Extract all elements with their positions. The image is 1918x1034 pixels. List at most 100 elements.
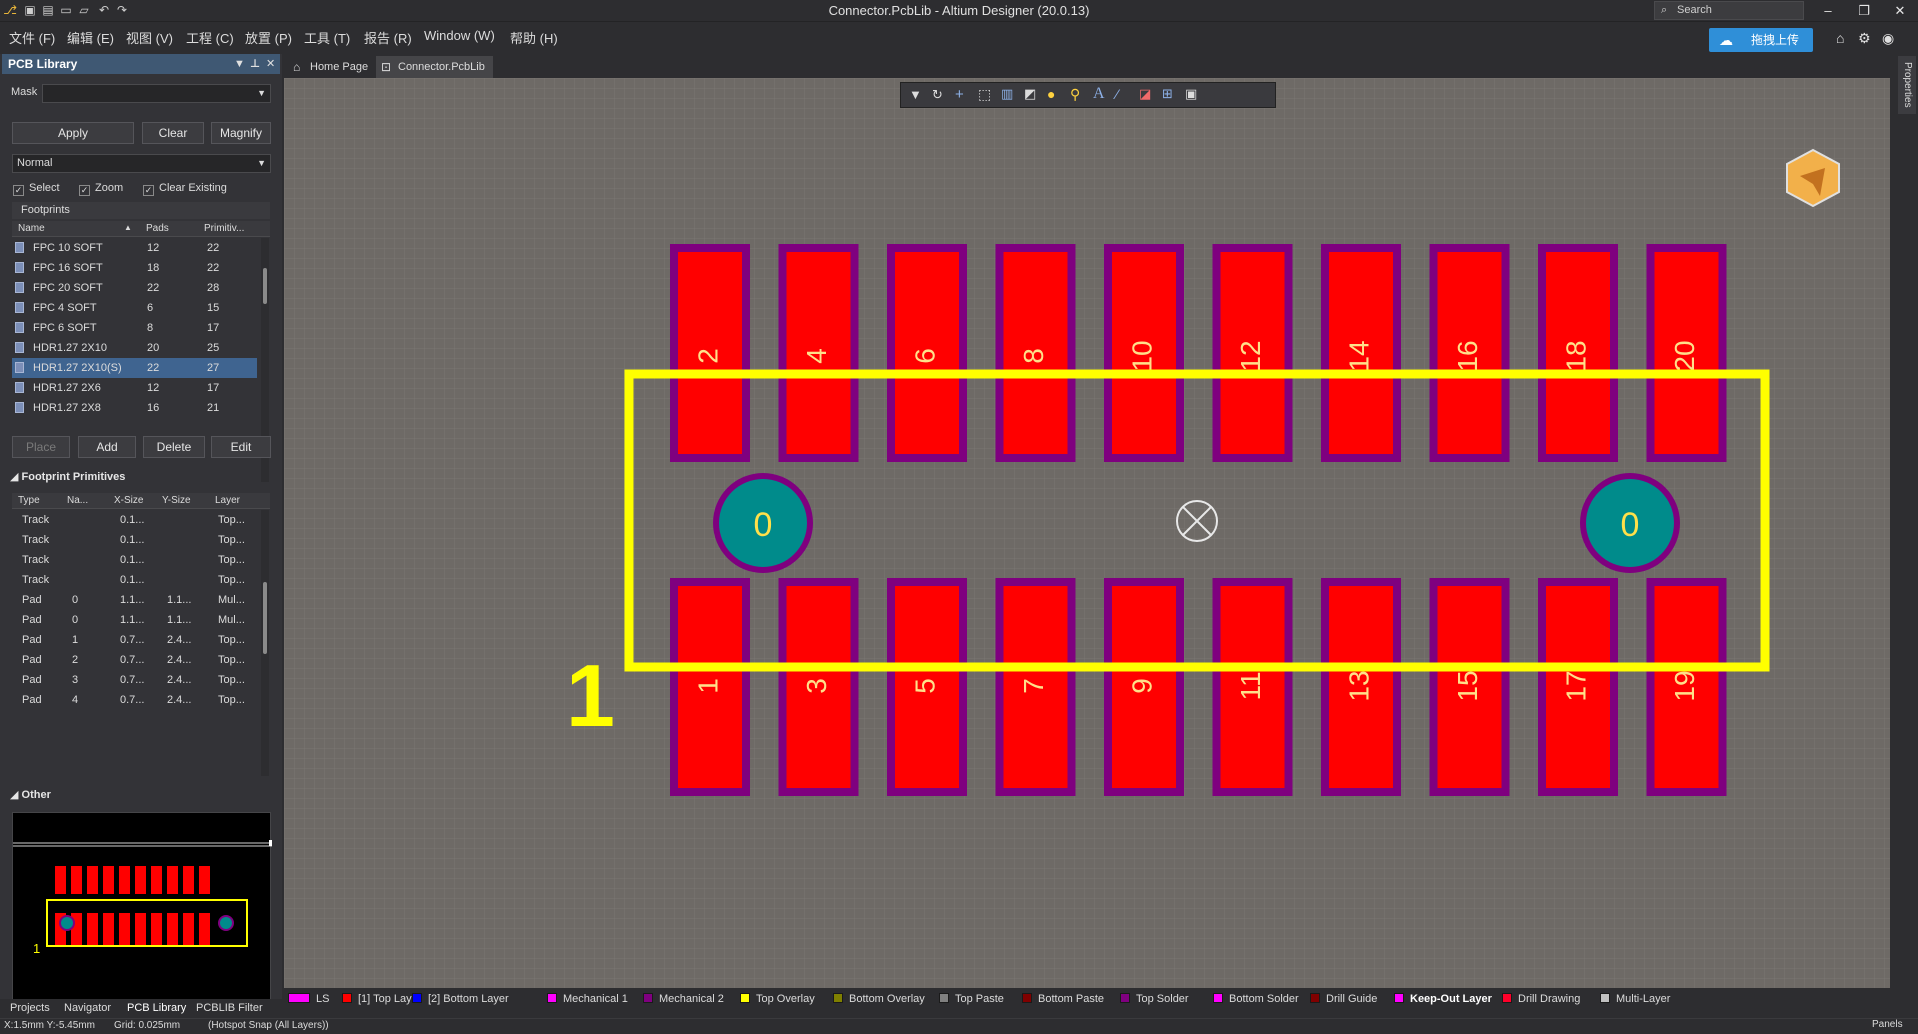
close-panel-icon[interactable]: ✕ bbox=[266, 54, 275, 74]
layer-tab[interactable]: Bottom Paste bbox=[1022, 992, 1104, 1006]
menu-file[interactable]: 文件 (F) bbox=[9, 28, 55, 47]
clear-button[interactable]: Clear bbox=[142, 122, 204, 144]
close-window-button[interactable]: ✕ bbox=[1884, 0, 1916, 22]
footprint-row[interactable]: HDR1.27 2X10(S) 22 27 bbox=[12, 358, 257, 378]
primitive-row[interactable]: Track 0.1... Top... bbox=[12, 530, 257, 550]
layer-tab[interactable]: LS bbox=[288, 992, 329, 1006]
pin1-marker[interactable]: 1 bbox=[566, 646, 615, 745]
pad[interactable]: 9 bbox=[1104, 578, 1184, 796]
component-icon[interactable]: ◩ bbox=[1024, 86, 1036, 102]
footprint-preview[interactable]: 1 bbox=[12, 812, 272, 1022]
pad[interactable]: 12 bbox=[1212, 244, 1293, 462]
menu-place[interactable]: 放置 (P) bbox=[245, 28, 292, 47]
tab-home-page[interactable]: ⌂ Home Page bbox=[288, 56, 376, 78]
properties-tab[interactable]: Properties bbox=[1898, 56, 1916, 114]
pad[interactable]: 7 bbox=[995, 578, 1076, 796]
layer-tab[interactable]: [2] Bottom Layer bbox=[412, 992, 509, 1006]
footprint-primitives-section[interactable]: ◢ Footprint Primitives bbox=[10, 470, 125, 483]
pad[interactable]: 6 bbox=[887, 244, 967, 462]
menu-window[interactable]: Window (W) bbox=[424, 28, 495, 43]
align-icon[interactable]: ▥ bbox=[1001, 86, 1013, 102]
layer-tab[interactable]: Keep-Out Layer bbox=[1394, 992, 1492, 1006]
via-icon[interactable]: ⚲ bbox=[1070, 86, 1080, 103]
pad[interactable]: 19 bbox=[1646, 578, 1727, 796]
primitive-row[interactable]: Pad 2 0.7... 2.4... Top... bbox=[12, 650, 257, 670]
dimension-icon[interactable]: ⊞ bbox=[1162, 86, 1173, 102]
pad[interactable]: 4 bbox=[778, 244, 859, 462]
place-button[interactable]: Place bbox=[12, 436, 70, 458]
mask-input[interactable]: ▼ bbox=[42, 84, 271, 103]
layer-tab[interactable]: Multi-Layer bbox=[1600, 992, 1670, 1006]
layer-tab[interactable]: Bottom Solder bbox=[1213, 992, 1299, 1006]
tab-projects[interactable]: Projects bbox=[10, 1002, 50, 1014]
footprint-row[interactable]: FPC 20 SOFT 22 28 bbox=[12, 278, 257, 298]
other-section[interactable]: ◢ Other bbox=[10, 788, 51, 801]
restore-button[interactable]: ❐ bbox=[1848, 0, 1880, 22]
keepout-icon[interactable]: ▣ bbox=[1185, 86, 1197, 102]
pad[interactable]: 3 bbox=[778, 578, 859, 796]
footprint-row[interactable]: HDR1.27 2X6 12 17 bbox=[12, 378, 257, 398]
primitive-row[interactable]: Track 0.1... Top... bbox=[12, 510, 257, 530]
primitive-row[interactable]: Track 0.1... Top... bbox=[12, 550, 257, 570]
col-prim-name[interactable]: Na... bbox=[67, 495, 88, 506]
upload-button[interactable]: ☁ 拖拽上传 bbox=[1709, 28, 1813, 52]
pad[interactable]: 14 bbox=[1321, 244, 1401, 462]
col-y-size[interactable]: Y-Size bbox=[162, 495, 191, 506]
menu-project[interactable]: 工程 (C) bbox=[186, 28, 234, 47]
primitive-row[interactable]: Pad 3 0.7... 2.4... Top... bbox=[12, 670, 257, 690]
col-pads[interactable]: Pads bbox=[146, 223, 169, 234]
filter-icon[interactable]: ▼ bbox=[909, 87, 922, 102]
pad[interactable]: 10 bbox=[1104, 244, 1184, 462]
home-icon[interactable]: ⌂ bbox=[1836, 30, 1844, 46]
crosshair-icon[interactable]: + bbox=[955, 86, 964, 103]
panels-button[interactable]: Panels bbox=[1872, 1018, 1918, 1034]
primitives-scrollbar[interactable] bbox=[261, 510, 269, 776]
layer-tab[interactable]: Bottom Overlay bbox=[833, 992, 925, 1006]
menu-tools[interactable]: 工具 (T) bbox=[304, 28, 350, 47]
pcb-canvas[interactable]: 2 4 6 8 10 12 14 16 18 20 1 3 5 7 9 11 13 15 17 19 0 0 1 ▼… bbox=[284, 78, 1890, 988]
pad[interactable]: 13 bbox=[1321, 578, 1401, 796]
footprint-row[interactable]: FPC 4 SOFT 6 15 bbox=[12, 298, 257, 318]
pad[interactable]: 11 bbox=[1212, 578, 1293, 796]
pad-icon[interactable]: ● bbox=[1047, 86, 1055, 102]
menu-view[interactable]: 视图 (V) bbox=[126, 28, 173, 47]
col-name[interactable]: Name bbox=[18, 223, 45, 234]
menu-edit[interactable]: 编辑 (E) bbox=[67, 28, 114, 47]
layer-tab[interactable]: Drill Drawing bbox=[1502, 992, 1580, 1006]
pad[interactable]: 8 bbox=[995, 244, 1076, 462]
panel-menu-icon[interactable]: ▼ bbox=[234, 54, 245, 74]
pad[interactable]: 17 bbox=[1538, 578, 1618, 796]
col-type[interactable]: Type bbox=[18, 495, 40, 506]
layer-tab[interactable]: Top Paste bbox=[939, 992, 1004, 1006]
tab-connector-pcblib[interactable]: ⊡ Connector.PcbLib bbox=[376, 56, 493, 78]
route-icon[interactable]: ↻ bbox=[932, 87, 943, 103]
menu-help[interactable]: 帮助 (H) bbox=[510, 28, 558, 47]
select-rect-icon[interactable]: ⬚ bbox=[978, 86, 991, 103]
line-icon[interactable]: ⁄ bbox=[1116, 86, 1118, 102]
text-icon[interactable]: A bbox=[1093, 85, 1105, 103]
minimize-button[interactable]: – bbox=[1812, 0, 1844, 22]
footprint-row[interactable]: FPC 6 SOFT 8 17 bbox=[12, 318, 257, 338]
primitive-row[interactable]: Track 0.1... Top... bbox=[12, 570, 257, 590]
primitive-row[interactable]: Pad 4 0.7... 2.4... Top... bbox=[12, 690, 257, 710]
footprint-row[interactable]: HDR1.27 2X8 16 21 bbox=[12, 398, 257, 418]
layer-tab[interactable]: Top Solder bbox=[1120, 992, 1189, 1006]
layer-tab[interactable]: Mechanical 2 bbox=[643, 992, 724, 1006]
user-icon[interactable]: ◉ bbox=[1882, 30, 1894, 47]
footprint-row[interactable]: HDR1.27 2X10 20 25 bbox=[12, 338, 257, 358]
pad[interactable]: 20 bbox=[1646, 244, 1727, 462]
col-primitives[interactable]: Primitiv... bbox=[204, 223, 244, 234]
layer-tab[interactable]: Mechanical 1 bbox=[547, 992, 628, 1006]
edit-button[interactable]: Edit bbox=[211, 436, 271, 458]
region-icon[interactable]: ◪ bbox=[1139, 86, 1151, 102]
delete-button[interactable]: Delete bbox=[143, 436, 205, 458]
pad[interactable]: 15 bbox=[1429, 578, 1510, 796]
magnify-button[interactable]: Magnify bbox=[211, 122, 271, 144]
pin-icon[interactable]: ⊥ bbox=[250, 54, 260, 74]
primitive-row[interactable]: Pad 0 1.1... 1.1... Mul... bbox=[12, 610, 257, 630]
menu-reports[interactable]: 报告 (R) bbox=[364, 28, 412, 47]
mount-hole-right[interactable]: 0 bbox=[1580, 473, 1680, 573]
tab-navigator[interactable]: Navigator bbox=[64, 1002, 111, 1014]
primitive-row[interactable]: Pad 0 1.1... 1.1... Mul... bbox=[12, 590, 257, 610]
col-layer[interactable]: Layer bbox=[215, 495, 240, 506]
